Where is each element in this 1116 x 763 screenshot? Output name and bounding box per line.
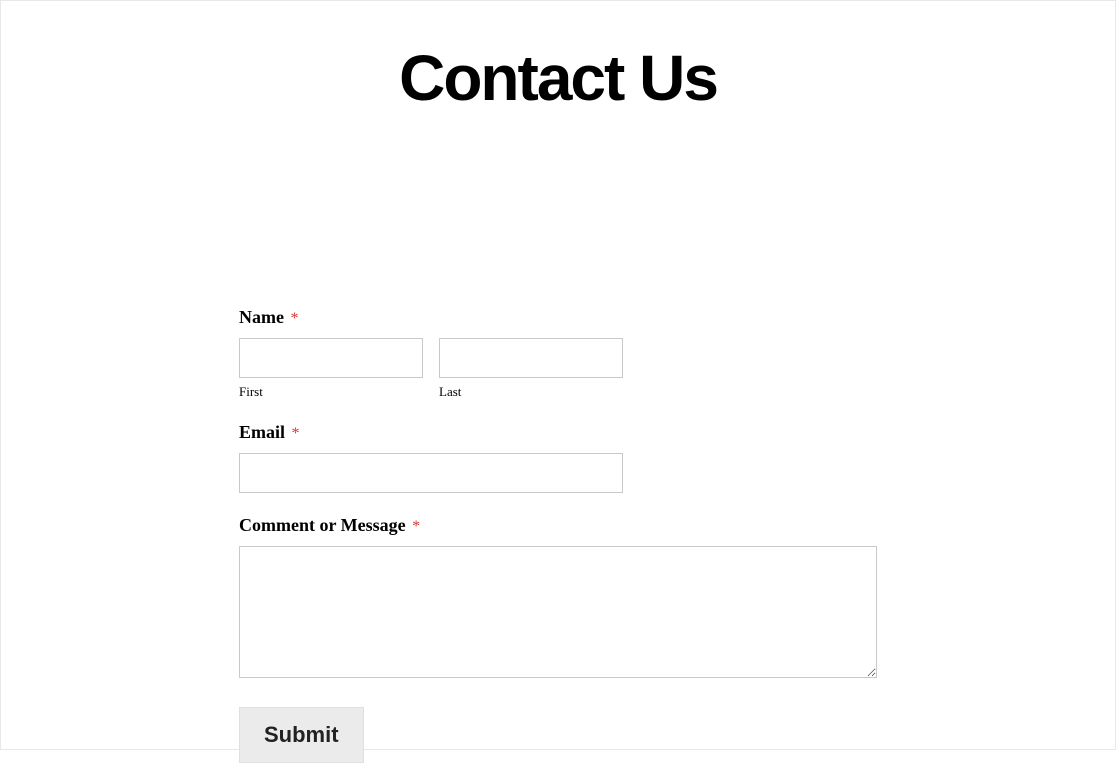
name-label: Name * [239, 307, 879, 328]
first-name-col: First [239, 338, 423, 400]
message-field: Comment or Message * [239, 515, 879, 683]
submit-button[interactable]: Submit [239, 707, 364, 763]
name-row: First Last [239, 338, 623, 400]
message-textarea[interactable] [239, 546, 877, 678]
first-name-input[interactable] [239, 338, 423, 378]
required-marker: * [412, 518, 420, 535]
required-marker: * [290, 310, 298, 327]
name-label-text: Name [239, 307, 284, 327]
last-name-col: Last [439, 338, 623, 400]
email-label-text: Email [239, 422, 285, 442]
last-name-sublabel: Last [439, 384, 623, 400]
required-marker: * [292, 425, 300, 442]
page-title: Contact Us [1, 41, 1115, 115]
message-label-text: Comment or Message [239, 515, 406, 535]
message-label: Comment or Message * [239, 515, 879, 536]
first-name-sublabel: First [239, 384, 423, 400]
name-field: Name * First Last [239, 307, 879, 400]
email-input[interactable] [239, 453, 623, 493]
contact-form: Name * First Last Email * Comment or Mes… [239, 307, 879, 763]
last-name-input[interactable] [439, 338, 623, 378]
email-field: Email * [239, 422, 879, 493]
email-label: Email * [239, 422, 879, 443]
